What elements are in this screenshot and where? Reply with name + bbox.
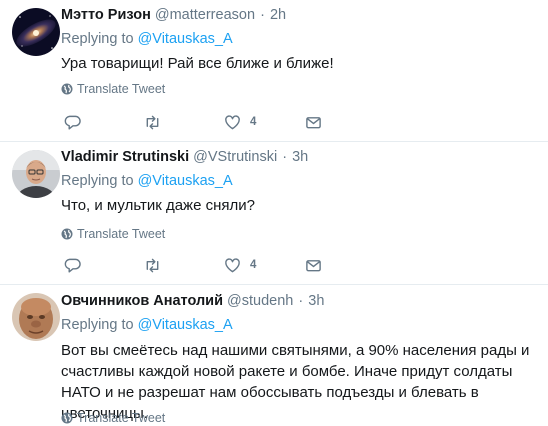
tweet[interactable]: Овчинников Анатолий @studenh · 3h Replyi… xyxy=(0,285,548,426)
tweet-text: Ура товарищи! Рай все ближе и ближе! xyxy=(61,55,334,72)
globe-icon xyxy=(61,228,73,240)
translate-label: Translate Tweet xyxy=(77,227,166,241)
tweet-header: Мэтто Ризон @matterreason · 2h xyxy=(61,7,286,23)
timestamp[interactable]: 2h xyxy=(270,7,286,23)
tweet-actions: 4 xyxy=(64,256,334,274)
globe-icon xyxy=(61,412,73,424)
mention-link[interactable]: @Vitauskas_A xyxy=(138,317,233,333)
separator-dot: · xyxy=(282,149,288,165)
mention-link[interactable]: @Vitauskas_A xyxy=(138,31,233,47)
replying-to: Replying to @Vitauskas_A xyxy=(61,31,233,47)
heart-icon xyxy=(225,257,240,272)
separator-dot: · xyxy=(260,7,265,23)
display-name[interactable]: Мэтто Ризон xyxy=(61,7,151,23)
like-count: 4 xyxy=(250,116,257,128)
direct-message-button[interactable] xyxy=(305,256,322,274)
username[interactable]: @VStrutinski xyxy=(193,149,277,165)
translate-tweet-link[interactable]: Translate Tweet xyxy=(61,411,165,425)
reply-icon xyxy=(64,258,81,273)
reply-button[interactable] xyxy=(64,113,81,131)
envelope-icon xyxy=(306,116,321,128)
retweet-button[interactable] xyxy=(144,113,161,131)
mention-link[interactable]: @Vitauskas_A xyxy=(138,173,233,189)
display-name[interactable]: Овчинников Анатолий xyxy=(61,293,223,309)
retweet-icon xyxy=(146,115,159,129)
heart-icon xyxy=(225,114,240,129)
translate-label: Translate Tweet xyxy=(77,82,166,96)
like-count: 4 xyxy=(250,259,257,271)
replying-to: Replying to @Vitauskas_A xyxy=(61,173,233,189)
replying-to: Replying to @Vitauskas_A xyxy=(61,317,233,333)
username[interactable]: @matterreason xyxy=(155,7,255,23)
display-name[interactable]: Vladimir Strutinski xyxy=(61,149,189,165)
globe-icon xyxy=(61,83,73,95)
reply-button[interactable] xyxy=(64,256,81,274)
reply-icon xyxy=(64,115,81,130)
username[interactable]: @studenh xyxy=(227,293,293,309)
envelope-icon xyxy=(306,259,321,271)
like-button[interactable]: 4 xyxy=(224,113,256,131)
tweet[interactable]: Vladimir Strutinski @VStrutinski · 3h Re… xyxy=(0,142,548,284)
replying-label: Replying to xyxy=(61,173,134,189)
avatar[interactable] xyxy=(12,293,60,341)
translate-tweet-link[interactable]: Translate Tweet xyxy=(61,227,165,241)
separator-dot: · xyxy=(298,293,304,309)
replying-label: Replying to xyxy=(61,31,134,47)
direct-message-button[interactable] xyxy=(305,113,322,131)
translate-label: Translate Tweet xyxy=(77,411,166,425)
retweet-icon xyxy=(146,258,159,272)
like-button[interactable]: 4 xyxy=(224,256,256,274)
tweet-header: Овчинников Анатолий @studenh · 3h xyxy=(61,293,324,309)
tweet[interactable]: Мэтто Ризон @matterreason · 2h Replying … xyxy=(0,0,548,142)
tweet-header: Vladimir Strutinski @VStrutinski · 3h xyxy=(61,149,308,165)
replying-label: Replying to xyxy=(61,317,134,333)
tweet-text: Что, и мультик даже сняли? xyxy=(61,197,255,214)
timestamp[interactable]: 3h xyxy=(308,293,324,309)
translate-tweet-link[interactable]: Translate Tweet xyxy=(61,82,165,96)
timestamp[interactable]: 3h xyxy=(292,149,308,165)
avatar[interactable] xyxy=(12,8,60,56)
avatar[interactable] xyxy=(12,150,60,198)
tweet-actions: 4 xyxy=(64,113,334,131)
retweet-button[interactable] xyxy=(144,256,161,274)
